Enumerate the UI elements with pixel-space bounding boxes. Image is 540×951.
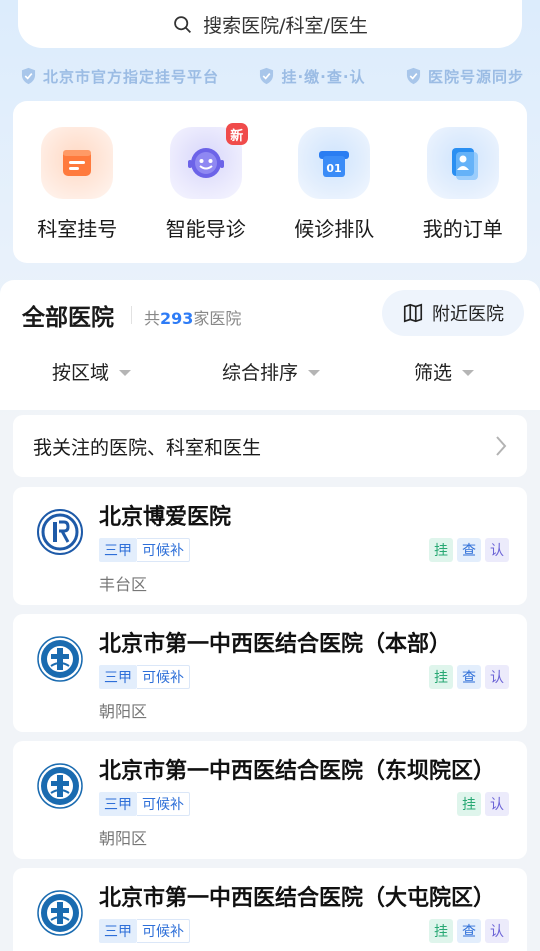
smart-guide-robot-icon: 新 <box>169 123 248 199</box>
divider <box>131 306 132 324</box>
filter-label: 综合排序 <box>222 362 299 384</box>
hospital-card[interactable]: 北京博爱医院 三甲 可候补 丰台区 挂 查 认 <box>13 487 527 605</box>
quick-action-my-orders[interactable]: 我的订单 <box>408 127 518 263</box>
nearby-hospitals-button[interactable]: 附近医院 <box>382 290 524 336</box>
trust-strip: 北京市官方指定挂号平台 挂·缴·查·认 医院号源同步 <box>20 64 524 88</box>
hospital-tags: 三甲 可候补 <box>99 538 190 562</box>
level-badge: 三甲 <box>99 538 137 562</box>
service-badges: 挂 查 认 <box>429 665 509 689</box>
filter-label: 筛选 <box>414 362 453 384</box>
hospital-count: 共293家医院 <box>144 309 242 328</box>
register-service-badge: 挂 <box>429 538 453 562</box>
filter-label: 按区域 <box>52 362 110 384</box>
waitlist-badge: 可候补 <box>137 792 190 816</box>
register-service-badge: 挂 <box>429 665 453 689</box>
section-title: 全部医院 <box>22 305 114 331</box>
hospital-district: 丰台区 <box>99 575 148 594</box>
caret-down-icon <box>462 369 475 376</box>
auth-service-badge: 认 <box>485 919 509 943</box>
filter-region[interactable]: 按区域 <box>52 358 132 385</box>
shield-check-icon <box>260 67 274 85</box>
register-service-badge: 挂 <box>457 792 481 816</box>
hospital-section: 全部医院 共293家医院 附近医院 按区域 综合排序 筛选 <box>0 280 540 410</box>
caret-down-icon <box>119 369 132 376</box>
hospital-tags: 三甲 可候补 <box>99 792 190 816</box>
service-badges: 挂 查 认 <box>429 538 509 562</box>
followed-label: 我关注的医院、科室和医生 <box>33 436 262 459</box>
hospital-name: 北京博爱医院 <box>99 505 232 530</box>
service-badges: 挂 认 <box>457 792 509 816</box>
trust-label: 挂·缴·查·认 <box>281 67 366 86</box>
quick-action-label: 科室挂号 <box>37 217 118 241</box>
quick-actions-card: 科室挂号 新 智能导诊 01 候诊排队 我的订单 <box>13 101 527 263</box>
filter-screen[interactable]: 筛选 <box>414 358 475 385</box>
quick-action-queue[interactable]: 01 候诊排队 <box>279 127 389 263</box>
hospital-count-number: 293 <box>160 309 194 328</box>
quick-action-label: 我的订单 <box>422 217 503 241</box>
hospital-district: 朝阳区 <box>99 702 148 721</box>
hospital-tags: 三甲 可候补 <box>99 665 190 689</box>
level-badge: 三甲 <box>99 919 137 943</box>
queue-ticket-icon: 01 <box>298 127 371 199</box>
quick-action-smart-guide[interactable]: 新 智能导诊 <box>151 123 261 263</box>
check-service-badge: 查 <box>457 538 481 562</box>
filter-sort[interactable]: 综合排序 <box>222 358 321 385</box>
level-badge: 三甲 <box>99 792 137 816</box>
register-service-badge: 挂 <box>429 919 453 943</box>
hospital-name: 北京市第一中西医结合医院（大屯院区） <box>99 886 496 911</box>
waitlist-badge: 可候补 <box>137 538 190 562</box>
tcm-hospital-logo <box>37 890 83 936</box>
my-orders-icon <box>426 127 499 199</box>
caret-down-icon <box>308 369 321 376</box>
trust-label: 医院号源同步 <box>427 67 524 86</box>
hospital-card[interactable]: 北京市第一中西医结合医院（本部） 三甲 可候补 朝阳区 挂 查 认 <box>13 614 527 732</box>
level-badge: 三甲 <box>99 665 137 689</box>
search-bar[interactable]: 搜索医院/科室/医生 <box>18 0 522 48</box>
waitlist-badge: 可候补 <box>137 665 190 689</box>
hospital-card[interactable]: 北京市第一中西医结合医院（大屯院区） 三甲 可候补 挂 查 认 <box>13 868 527 951</box>
auth-service-badge: 认 <box>485 665 509 689</box>
hospital-name: 北京市第一中西医结合医院（东坝院区） <box>99 759 496 784</box>
boai-hospital-logo <box>37 509 83 555</box>
chevron-right-icon <box>496 436 507 456</box>
book-map-icon <box>403 303 423 323</box>
nearby-label: 附近医院 <box>432 304 504 325</box>
check-service-badge: 查 <box>457 665 481 689</box>
waitlist-badge: 可候补 <box>137 919 190 943</box>
new-badge: 新 <box>225 123 248 145</box>
shield-check-icon <box>406 67 421 85</box>
hospital-name: 北京市第一中西医结合医院（本部） <box>99 632 452 657</box>
trust-label: 北京市官方指定挂号平台 <box>43 67 220 86</box>
tcm-hospital-logo <box>37 763 83 809</box>
auth-service-badge: 认 <box>485 792 509 816</box>
trust-item: 挂·缴·查·认 <box>258 66 365 87</box>
trust-item: 北京市官方指定挂号平台 <box>20 66 219 87</box>
filter-bar: 按区域 综合排序 筛选 <box>0 358 540 388</box>
hospital-tags: 三甲 可候补 <box>99 919 190 943</box>
search-placeholder: 搜索医院/科室/医生 <box>203 14 368 37</box>
check-service-badge: 查 <box>457 919 481 943</box>
trust-item: 医院号源同步 <box>405 66 524 87</box>
quick-action-label: 候诊排队 <box>294 217 375 241</box>
department-register-icon <box>41 127 114 199</box>
service-badges: 挂 查 认 <box>429 919 509 943</box>
quick-action-label: 智能导诊 <box>165 217 246 241</box>
svg-text:01: 01 <box>327 162 342 175</box>
followed-items-row[interactable]: 我关注的医院、科室和医生 <box>13 415 527 477</box>
quick-action-department-register[interactable]: 科室挂号 <box>22 127 132 263</box>
auth-service-badge: 认 <box>485 538 509 562</box>
tcm-hospital-logo <box>37 636 83 682</box>
search-icon <box>174 15 192 33</box>
hospital-district: 朝阳区 <box>99 829 148 848</box>
shield-check-icon <box>21 67 36 85</box>
hospital-card[interactable]: 北京市第一中西医结合医院（东坝院区） 三甲 可候补 朝阳区 挂 认 <box>13 741 527 859</box>
